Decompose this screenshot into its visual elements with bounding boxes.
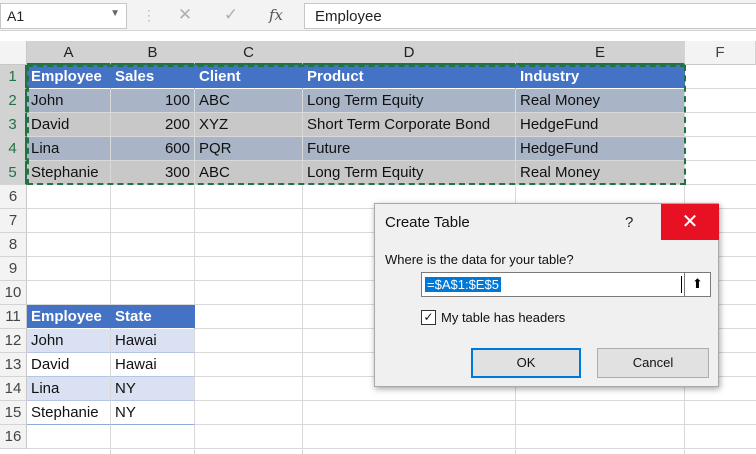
headers-checkbox-label[interactable]: My table has headers <box>441 310 565 325</box>
column-header-f[interactable]: F <box>685 41 756 65</box>
row-header-1[interactable]: 1 <box>0 65 27 89</box>
cancel-button[interactable]: Cancel <box>597 348 709 378</box>
select-all-corner[interactable] <box>0 41 27 65</box>
enter-icon[interactable]: ✓ <box>219 5 243 25</box>
row-header-13[interactable]: 13 <box>0 353 27 377</box>
help-icon[interactable]: ? <box>625 214 633 231</box>
column-f-cells[interactable] <box>685 65 756 185</box>
row-header-12[interactable]: 12 <box>0 329 27 353</box>
formula-text: Employee <box>315 8 382 25</box>
row-header-7[interactable]: 7 <box>0 209 27 233</box>
column-header-a[interactable]: A <box>27 41 111 65</box>
ok-button[interactable]: OK <box>471 348 581 378</box>
selection-marquee <box>27 65 686 185</box>
range-input[interactable]: =$A$1:$E$5 ⬆ <box>421 272 711 297</box>
row-header-14[interactable]: 14 <box>0 377 27 401</box>
chevron-down-icon[interactable]: ▼ <box>110 8 120 19</box>
cancel-icon[interactable]: ✕ <box>173 5 197 25</box>
column-header-b[interactable]: B <box>111 41 195 65</box>
row-header-10[interactable]: 10 <box>0 281 27 305</box>
insert-function-icon[interactable]: fx <box>264 5 288 25</box>
row-header-16[interactable]: 16 <box>0 425 27 449</box>
row-header-4[interactable]: 4 <box>0 137 27 161</box>
range-prompt-label: Where is the data for your table? <box>385 252 574 267</box>
collapse-dialog-icon[interactable]: ⬆ <box>684 273 710 296</box>
drag-handle-icon[interactable]: ⋮ <box>137 5 161 25</box>
table-cell[interactable]: Lina <box>27 377 111 401</box>
formula-input[interactable]: Employee <box>304 3 756 29</box>
text-caret <box>681 276 682 293</box>
column-header-c[interactable]: C <box>195 41 303 65</box>
table-cell[interactable]: NY <box>111 401 195 425</box>
table2-header-employee[interactable]: Employee <box>27 305 111 329</box>
table-cell[interactable]: Stephanie <box>27 401 111 425</box>
name-box-value: A1 <box>7 8 25 24</box>
dialog-title: Create Table <box>385 214 470 231</box>
row-header-3[interactable]: 3 <box>0 113 27 137</box>
column-header-e[interactable]: E <box>516 41 685 65</box>
table2-header-state[interactable]: State <box>111 305 195 329</box>
row-header-11[interactable]: 11 <box>0 305 27 329</box>
row-header-15[interactable]: 15 <box>0 401 27 425</box>
table-cell[interactable]: David <box>27 353 111 377</box>
row-header-8[interactable]: 8 <box>0 233 27 257</box>
create-table-dialog: Create Table ? ✕ Where is the data for y… <box>374 203 719 387</box>
table-cell[interactable]: Hawai <box>111 329 195 353</box>
row-header-9[interactable]: 9 <box>0 257 27 281</box>
formula-bar: A1 ▼ ⋮ ✕ ✓ fx Employee <box>0 0 756 31</box>
name-box[interactable]: A1 ▼ <box>0 3 127 29</box>
row-header-5[interactable]: 5 <box>0 161 27 185</box>
close-icon[interactable]: ✕ <box>661 204 719 240</box>
headers-checkbox[interactable]: ✓ <box>421 310 436 325</box>
row-header-6[interactable]: 6 <box>0 185 27 209</box>
table-cell[interactable]: NY <box>111 377 195 401</box>
column-header-d[interactable]: D <box>303 41 516 65</box>
row-header-2[interactable]: 2 <box>0 89 27 113</box>
table-cell[interactable]: John <box>27 329 111 353</box>
range-value: =$A$1:$E$5 <box>425 277 501 292</box>
table-cell[interactable]: Hawai <box>111 353 195 377</box>
